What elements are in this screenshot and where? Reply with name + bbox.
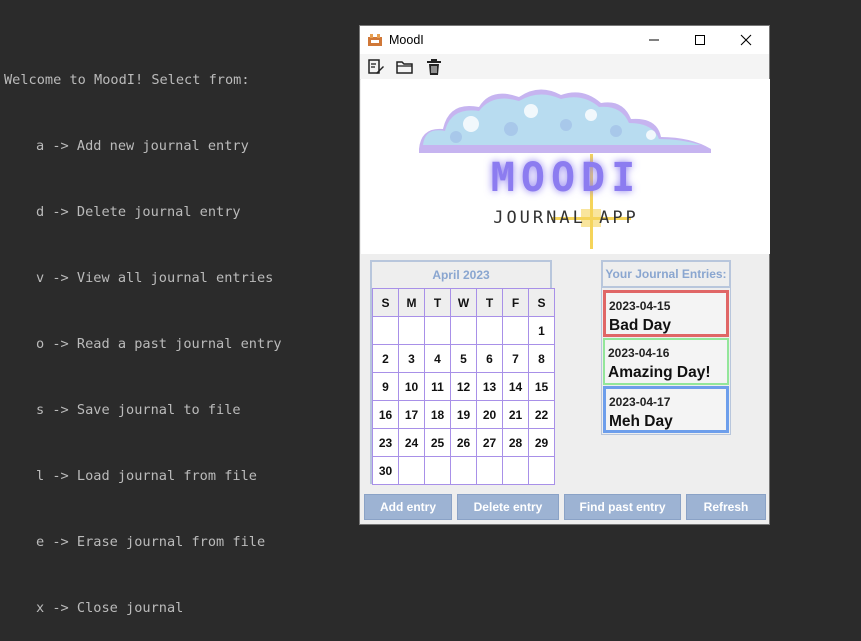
calendar-day[interactable]: 2 (373, 345, 399, 373)
logo-text: MOODI (491, 155, 641, 201)
calendar-day[interactable]: 7 (503, 345, 529, 373)
calendar-day[interactable]: 14 (503, 373, 529, 401)
moodi-logo: MOODI JOURNAL APP (419, 89, 711, 249)
delete-entry-button[interactable]: Delete entry (457, 494, 559, 520)
logo-subtitle: JOURNAL APP (493, 208, 639, 228)
calendar-day[interactable] (399, 457, 425, 485)
calendar-day[interactable]: 22 (529, 401, 555, 429)
calendar-month-title: April 2023 (432, 268, 490, 282)
entries-title: Your Journal Entries: (601, 260, 731, 288)
console-line: x -> Close journal (36, 600, 184, 616)
maximize-icon[interactable] (677, 26, 723, 54)
moodi-banner: MOODI JOURNAL APP (361, 79, 770, 254)
calendar-day[interactable]: 30 (373, 457, 399, 485)
calendar-day[interactable] (425, 317, 451, 345)
calendar-grid: S M T W T F S 1 2 3 4 5 6 7 8 9 10 11 12 (372, 288, 555, 485)
calendar-day[interactable] (477, 317, 503, 345)
console-line: v -> View all journal entries (36, 270, 274, 286)
calendar: April 2023 S M T W T F S 1 2 3 4 5 6 7 8… (370, 260, 555, 485)
entries-list: 2023-04-15 Bad Day 2023-04-16 Amazing Da… (601, 288, 731, 435)
calendar-day[interactable]: 19 (451, 401, 477, 429)
entry-title: Bad Day (609, 317, 672, 334)
entry-item[interactable]: 2023-04-17 Meh Day (603, 386, 729, 433)
entry-item[interactable]: 2023-04-16 Amazing Day! (603, 338, 729, 385)
minimize-icon[interactable] (631, 26, 677, 54)
calendar-day[interactable]: 3 (399, 345, 425, 373)
calendar-day[interactable]: 26 (451, 429, 477, 457)
close-icon[interactable] (723, 26, 769, 54)
calendar-day[interactable] (529, 457, 555, 485)
console-line: s -> Save journal to file (36, 402, 241, 418)
console-line: e -> Erase journal from file (36, 534, 266, 550)
entry-item[interactable]: 2023-04-15 Bad Day (603, 290, 729, 337)
weekday-header: F (503, 289, 529, 317)
calendar-day[interactable]: 17 (399, 401, 425, 429)
weekday-header: S (529, 289, 555, 317)
calendar-day[interactable]: 24 (399, 429, 425, 457)
entry-date: 2023-04-17 (609, 395, 671, 409)
console-output: Welcome to MoodI! Select from: a -> Add … (4, 25, 282, 641)
calendar-day[interactable] (425, 457, 451, 485)
title-bar[interactable]: MoodI (360, 26, 769, 54)
calendar-day[interactable]: 16 (373, 401, 399, 429)
calendar-day[interactable]: 27 (477, 429, 503, 457)
calendar-day[interactable] (451, 457, 477, 485)
calendar-day[interactable]: 18 (425, 401, 451, 429)
console-line: a -> Add new journal entry (36, 138, 249, 154)
console-line: o -> Read a past journal entry (36, 336, 282, 352)
entry-title: Meh Day (609, 413, 673, 430)
calendar-day[interactable]: 1 (529, 317, 555, 345)
window-title: MoodI (389, 33, 424, 47)
toolbar (360, 54, 769, 80)
calendar-day[interactable]: 10 (399, 373, 425, 401)
calendar-day[interactable]: 23 (373, 429, 399, 457)
calendar-day[interactable]: 28 (503, 429, 529, 457)
console-line: l -> Load journal from file (36, 468, 257, 484)
calendar-day[interactable] (373, 317, 399, 345)
weekday-header: S (373, 289, 399, 317)
calendar-day[interactable] (503, 317, 529, 345)
moodi-window: MoodI MOODI JOURNAL APP April 2023 S M T… (359, 25, 770, 525)
calendar-day[interactable]: 12 (451, 373, 477, 401)
calendar-day[interactable]: 11 (425, 373, 451, 401)
weekday-header: M (399, 289, 425, 317)
calendar-day[interactable] (451, 317, 477, 345)
edit-icon[interactable] (365, 56, 387, 78)
calendar-day[interactable]: 8 (529, 345, 555, 373)
calendar-day[interactable]: 20 (477, 401, 503, 429)
calendar-day[interactable] (477, 457, 503, 485)
console-line: Welcome to MoodI! Select from: (4, 72, 250, 88)
calendar-day[interactable] (399, 317, 425, 345)
console-line: d -> Delete journal entry (36, 204, 241, 220)
entry-title: Amazing Day! (608, 364, 711, 381)
calendar-day[interactable]: 25 (425, 429, 451, 457)
add-entry-button[interactable]: Add entry (364, 494, 452, 520)
find-entry-button[interactable]: Find past entry (564, 494, 681, 520)
folder-icon[interactable] (394, 56, 416, 78)
refresh-button[interactable]: Refresh (686, 494, 766, 520)
calendar-day[interactable] (503, 457, 529, 485)
calendar-day[interactable]: 5 (451, 345, 477, 373)
entry-date: 2023-04-15 (609, 299, 671, 313)
trash-icon[interactable] (423, 56, 445, 78)
calendar-day[interactable]: 21 (503, 401, 529, 429)
calendar-day[interactable]: 6 (477, 345, 503, 373)
calendar-day[interactable]: 29 (529, 429, 555, 457)
weekday-header: T (477, 289, 503, 317)
app-icon (368, 34, 382, 46)
calendar-day[interactable]: 4 (425, 345, 451, 373)
weekday-header: W (451, 289, 477, 317)
calendar-day[interactable]: 13 (477, 373, 503, 401)
calendar-day[interactable]: 9 (373, 373, 399, 401)
entry-date: 2023-04-16 (608, 346, 670, 360)
calendar-day[interactable]: 15 (529, 373, 555, 401)
weekday-header: T (425, 289, 451, 317)
